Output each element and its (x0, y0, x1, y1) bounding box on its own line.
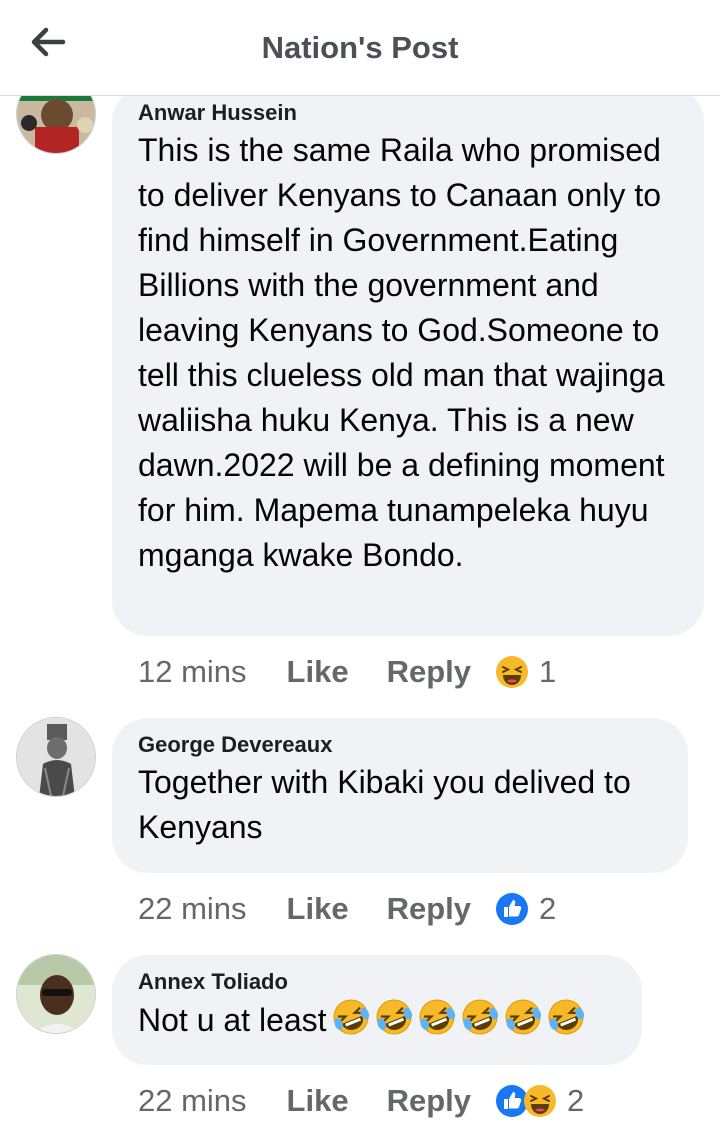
comment-author[interactable]: Annex Toliado (138, 969, 616, 995)
comment-bubble[interactable]: George Devereaux Together with Kibaki yo… (112, 718, 688, 873)
haha-icon (495, 655, 529, 689)
reaction-count: 2 (539, 891, 557, 926)
rofl-emoji (374, 997, 414, 1037)
reply-button[interactable]: Reply (387, 654, 471, 690)
comment-text-body: Not u at least (138, 1002, 327, 1038)
comment-timestamp[interactable]: 22 mins (138, 1083, 247, 1119)
reply-button[interactable]: Reply (387, 1083, 471, 1119)
rofl-emoji (331, 997, 371, 1037)
rofl-emoji (460, 997, 500, 1037)
comment-text: This is the same Raila who promised to d… (138, 132, 665, 573)
comment-bubble[interactable]: Anwar Hussein This is the same Raila who… (112, 86, 704, 636)
app-header: Nation's Post (0, 0, 720, 96)
reaction-summary[interactable]: 1 (495, 654, 556, 690)
rofl-emoji (503, 997, 543, 1037)
thumbs-up-icon (495, 892, 529, 926)
comment-meta: 12 mins Like Reply 1 (138, 652, 556, 692)
rofl-emoji (546, 997, 586, 1037)
comment-meta: 22 mins Like Reply 2 (138, 1081, 584, 1121)
comment-timestamp[interactable]: 12 mins (138, 654, 247, 690)
comment-author[interactable]: George Devereaux (138, 732, 662, 758)
emoji-group (331, 997, 586, 1037)
avatar[interactable] (16, 954, 96, 1034)
reaction-summary[interactable]: 2 (495, 891, 556, 927)
rofl-emoji (417, 997, 457, 1037)
like-button[interactable]: Like (287, 1083, 349, 1119)
comment-bubble[interactable]: Annex Toliado Not u at least (112, 955, 642, 1065)
comment-author[interactable]: Anwar Hussein (138, 100, 678, 126)
comment-text: Together with Kibaki you delived to Keny… (138, 764, 631, 845)
avatar[interactable] (16, 717, 96, 797)
comment-timestamp[interactable]: 22 mins (138, 891, 247, 927)
reaction-count: 2 (567, 1083, 585, 1118)
like-button[interactable]: Like (287, 654, 349, 690)
reply-button[interactable]: Reply (387, 891, 471, 927)
comment-meta: 22 mins Like Reply 2 (138, 889, 556, 929)
reaction-summary[interactable]: 2 (495, 1083, 584, 1119)
reaction-count: 1 (539, 654, 557, 689)
haha-icon (523, 1084, 557, 1118)
like-button[interactable]: Like (287, 891, 349, 927)
comment-text: Not u at least (138, 997, 616, 1043)
page-title: Nation's Post (261, 30, 459, 65)
